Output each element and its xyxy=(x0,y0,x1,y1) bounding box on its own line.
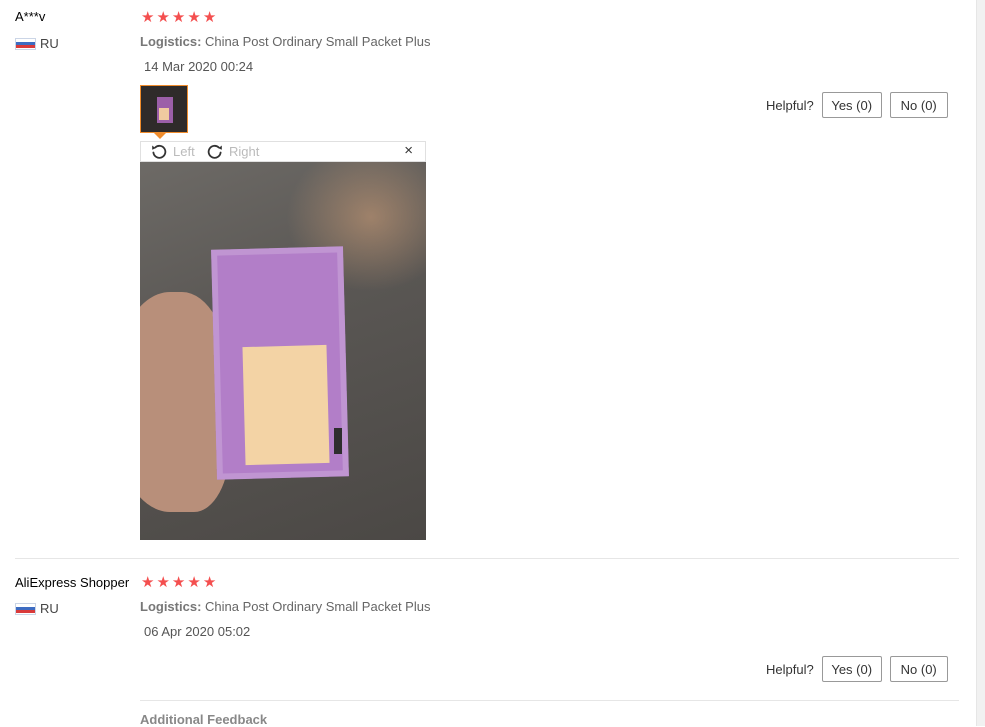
star-icon: ★ xyxy=(156,9,170,26)
user-country: RU xyxy=(15,36,59,51)
logistics-info: Logistics: China Post Ordinary Small Pac… xyxy=(140,34,430,49)
rotate-left-label: Left xyxy=(173,143,195,159)
russia-flag-icon xyxy=(15,37,36,50)
close-icon[interactable]: × xyxy=(404,142,413,159)
feedback-item: A***v RU ★ ★ ★ ★ ★ Logistics: China Post… xyxy=(0,0,965,560)
photo-package-label xyxy=(334,428,342,454)
feedback-divider xyxy=(15,558,959,559)
helpful-vote: Helpful? Yes (0) No (0) xyxy=(766,92,948,118)
helpful-label: Helpful? xyxy=(766,97,814,113)
logistics-value: China Post Ordinary Small Packet Plus xyxy=(205,34,431,49)
additional-feedback-divider xyxy=(140,700,959,701)
page-scrollbar[interactable] xyxy=(976,0,985,726)
star-icon: ★ xyxy=(187,574,201,591)
thumbnail-selected-arrow xyxy=(154,133,166,139)
feedback-item: AliExpress Shopper RU ★ ★ ★ ★ ★ Logistic… xyxy=(0,560,965,726)
helpful-label: Helpful? xyxy=(766,661,814,677)
logistics-label: Logistics: xyxy=(140,34,202,49)
logistics-info: Logistics: China Post Ordinary Small Pac… xyxy=(140,599,430,614)
rotate-left-button[interactable]: Left xyxy=(151,143,195,159)
star-icon: ★ xyxy=(187,9,201,26)
feedback-date: 06 Apr 2020 05:02 xyxy=(144,624,251,639)
helpful-no-button[interactable]: No (0) xyxy=(889,656,948,682)
star-icon: ★ xyxy=(202,9,217,26)
rotate-right-button[interactable]: Right xyxy=(207,143,259,159)
logistics-value: China Post Ordinary Small Packet Plus xyxy=(205,599,431,614)
country-code: RU xyxy=(40,601,59,616)
star-icon: ★ xyxy=(141,9,155,26)
rotate-right-icon xyxy=(207,143,223,159)
review-photo-thumbnail[interactable] xyxy=(140,85,188,133)
logistics-label: Logistics: xyxy=(140,599,202,614)
russia-flag-icon xyxy=(15,602,36,615)
helpful-no-button[interactable]: No (0) xyxy=(889,92,948,118)
rotate-left-icon xyxy=(151,143,167,159)
thumbnail-cloth xyxy=(159,108,169,120)
helpful-yes-button[interactable]: Yes (0) xyxy=(821,92,882,118)
helpful-yes-button[interactable]: Yes (0) xyxy=(821,656,882,682)
star-rating: ★ ★ ★ ★ ★ xyxy=(141,10,216,25)
user-country: RU xyxy=(15,601,59,616)
feedback-date: 14 Mar 2020 00:24 xyxy=(144,59,254,74)
user-name: AliExpress Shopper xyxy=(15,575,130,590)
star-icon: ★ xyxy=(202,574,217,591)
star-icon: ★ xyxy=(156,574,170,591)
country-code: RU xyxy=(40,36,59,51)
photo-cleaning-cloth xyxy=(242,344,330,466)
star-icon: ★ xyxy=(171,9,186,26)
photo-viewer-toolbar: Left Right × xyxy=(140,141,426,162)
review-photo-enlarged xyxy=(140,162,426,540)
star-icon: ★ xyxy=(171,574,186,591)
helpful-vote: Helpful? Yes (0) No (0) xyxy=(766,656,948,682)
star-rating: ★ ★ ★ ★ ★ xyxy=(141,575,216,590)
user-name: A***v xyxy=(15,9,46,24)
additional-feedback-heading: Additional Feedback xyxy=(140,712,268,727)
star-icon: ★ xyxy=(141,574,155,591)
rotate-right-label: Right xyxy=(229,143,260,159)
